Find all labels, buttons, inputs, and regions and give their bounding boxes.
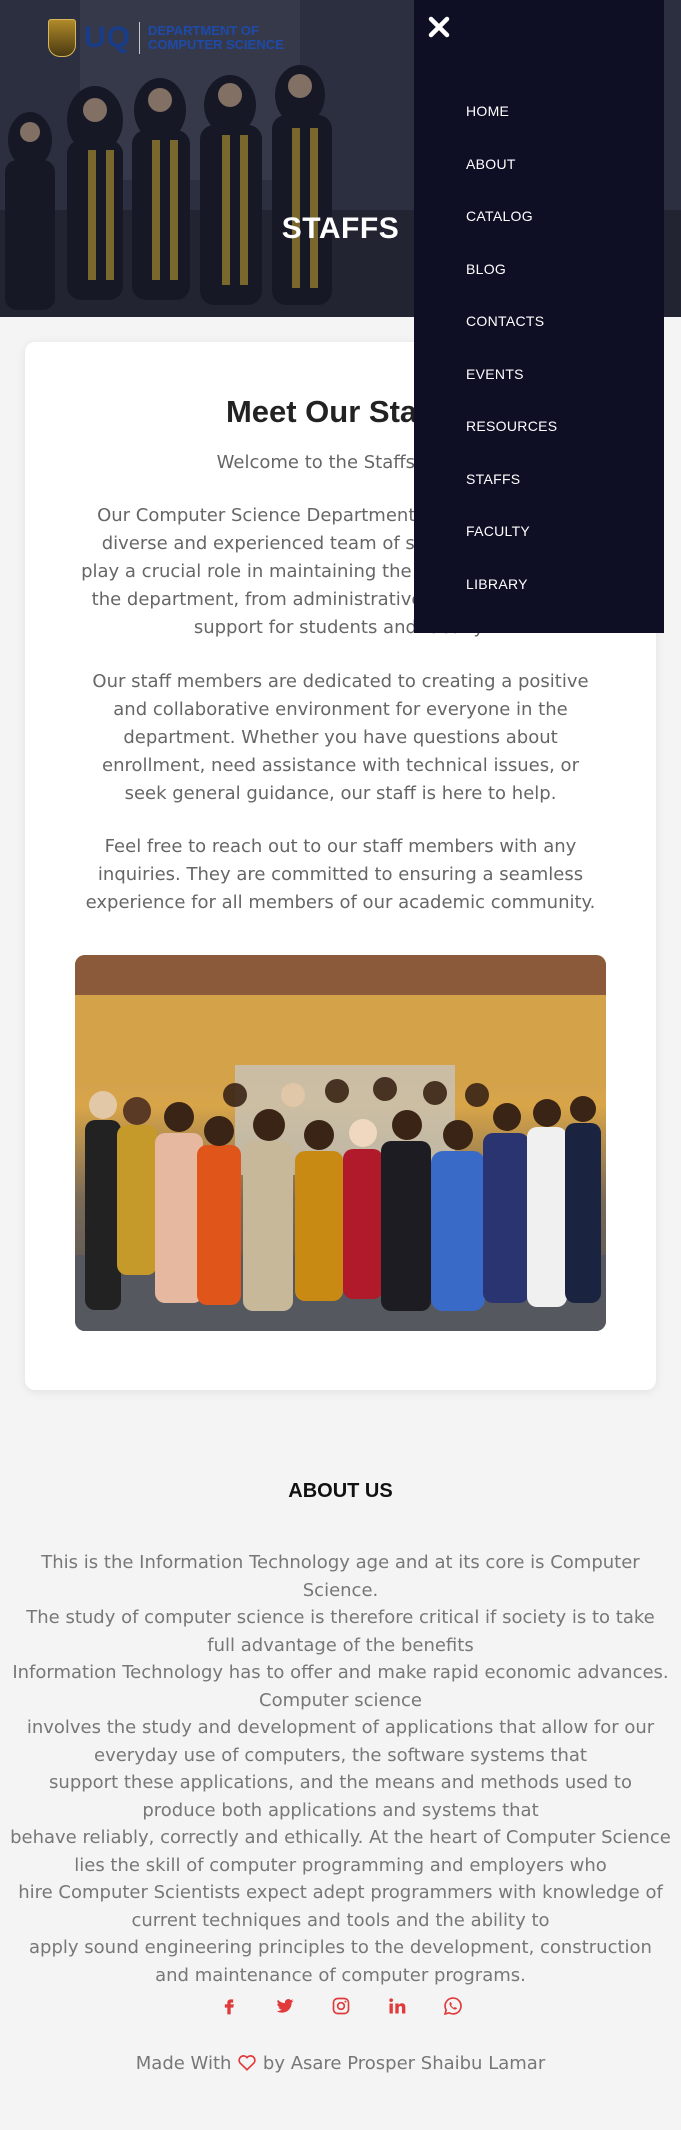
nav-item-blog[interactable]: BLOG [466, 261, 557, 314]
nav-item-faculty[interactable]: FACULTY [466, 523, 557, 576]
about-line: Information Technology has to offer and … [12, 1662, 669, 1711]
about-line: involves the study and development of ap… [26, 1717, 655, 1766]
nav-item-library[interactable]: LIBRARY [466, 576, 557, 629]
crest-icon [48, 19, 76, 57]
about-title: ABOUT US [288, 1480, 393, 1502]
about-line: support these applications, and the mean… [49, 1772, 632, 1821]
author-text: by Asare Prosper Shaibu Lamar [262, 2053, 546, 2074]
nav-item-home[interactable]: HOME [466, 103, 557, 156]
nav-item-catalog[interactable]: CATALOG [466, 208, 557, 261]
twitter-icon[interactable] [273, 1994, 297, 2018]
nav-menu-panel: HOME ABOUT CATALOG BLOG CONTACTS EVENTS … [414, 0, 664, 633]
footer-credit: Made With by Asare Prosper Shaibu Lamar [0, 2053, 681, 2076]
logo-department: DEPARTMENT OF COMPUTER SCIENCE [148, 24, 284, 52]
social-links [0, 1994, 681, 2018]
site-logo[interactable]: UQ DEPARTMENT OF COMPUTER SCIENCE [48, 18, 284, 58]
staff-paragraph-3: Feel free to reach out to our staff memb… [85, 836, 596, 913]
nav-item-contacts[interactable]: CONTACTS [466, 313, 557, 366]
nav-item-staffs[interactable]: STAFFS [466, 471, 557, 524]
instagram-icon[interactable] [329, 1994, 353, 2018]
heart-icon [237, 2053, 257, 2076]
nav-menu-list: HOME ABOUT CATALOG BLOG CONTACTS EVENTS … [466, 103, 557, 628]
made-with-text: Made With [135, 2053, 232, 2074]
staff-paragraph-2: Our staff members are dedicated to creat… [92, 671, 589, 804]
logo-department-line1: DEPARTMENT OF [148, 23, 259, 38]
logo-department-line2: COMPUTER SCIENCE [148, 37, 284, 52]
logo-divider [139, 22, 140, 54]
nav-item-resources[interactable]: RESOURCES [466, 418, 557, 471]
staff-group-photo [75, 955, 606, 1331]
about-line: apply sound engineering principles to th… [29, 1937, 652, 1986]
about-line: The study of computer science is therefo… [26, 1607, 655, 1656]
nav-item-about[interactable]: ABOUT [466, 156, 557, 209]
close-icon[interactable] [426, 14, 452, 40]
logo-text: UQ [84, 21, 131, 54]
linkedin-icon[interactable] [385, 1994, 409, 2018]
about-line: behave reliably, correctly and ethically… [10, 1827, 671, 1876]
whatsapp-icon[interactable] [441, 1994, 465, 2018]
facebook-icon[interactable] [217, 1994, 241, 2018]
about-line: This is the Information Technology age a… [41, 1552, 640, 1601]
nav-item-events[interactable]: EVENTS [466, 366, 557, 419]
about-text: This is the Information Technology age a… [10, 1549, 671, 1989]
about-line: hire Computer Scientists expect adept pr… [18, 1882, 663, 1931]
